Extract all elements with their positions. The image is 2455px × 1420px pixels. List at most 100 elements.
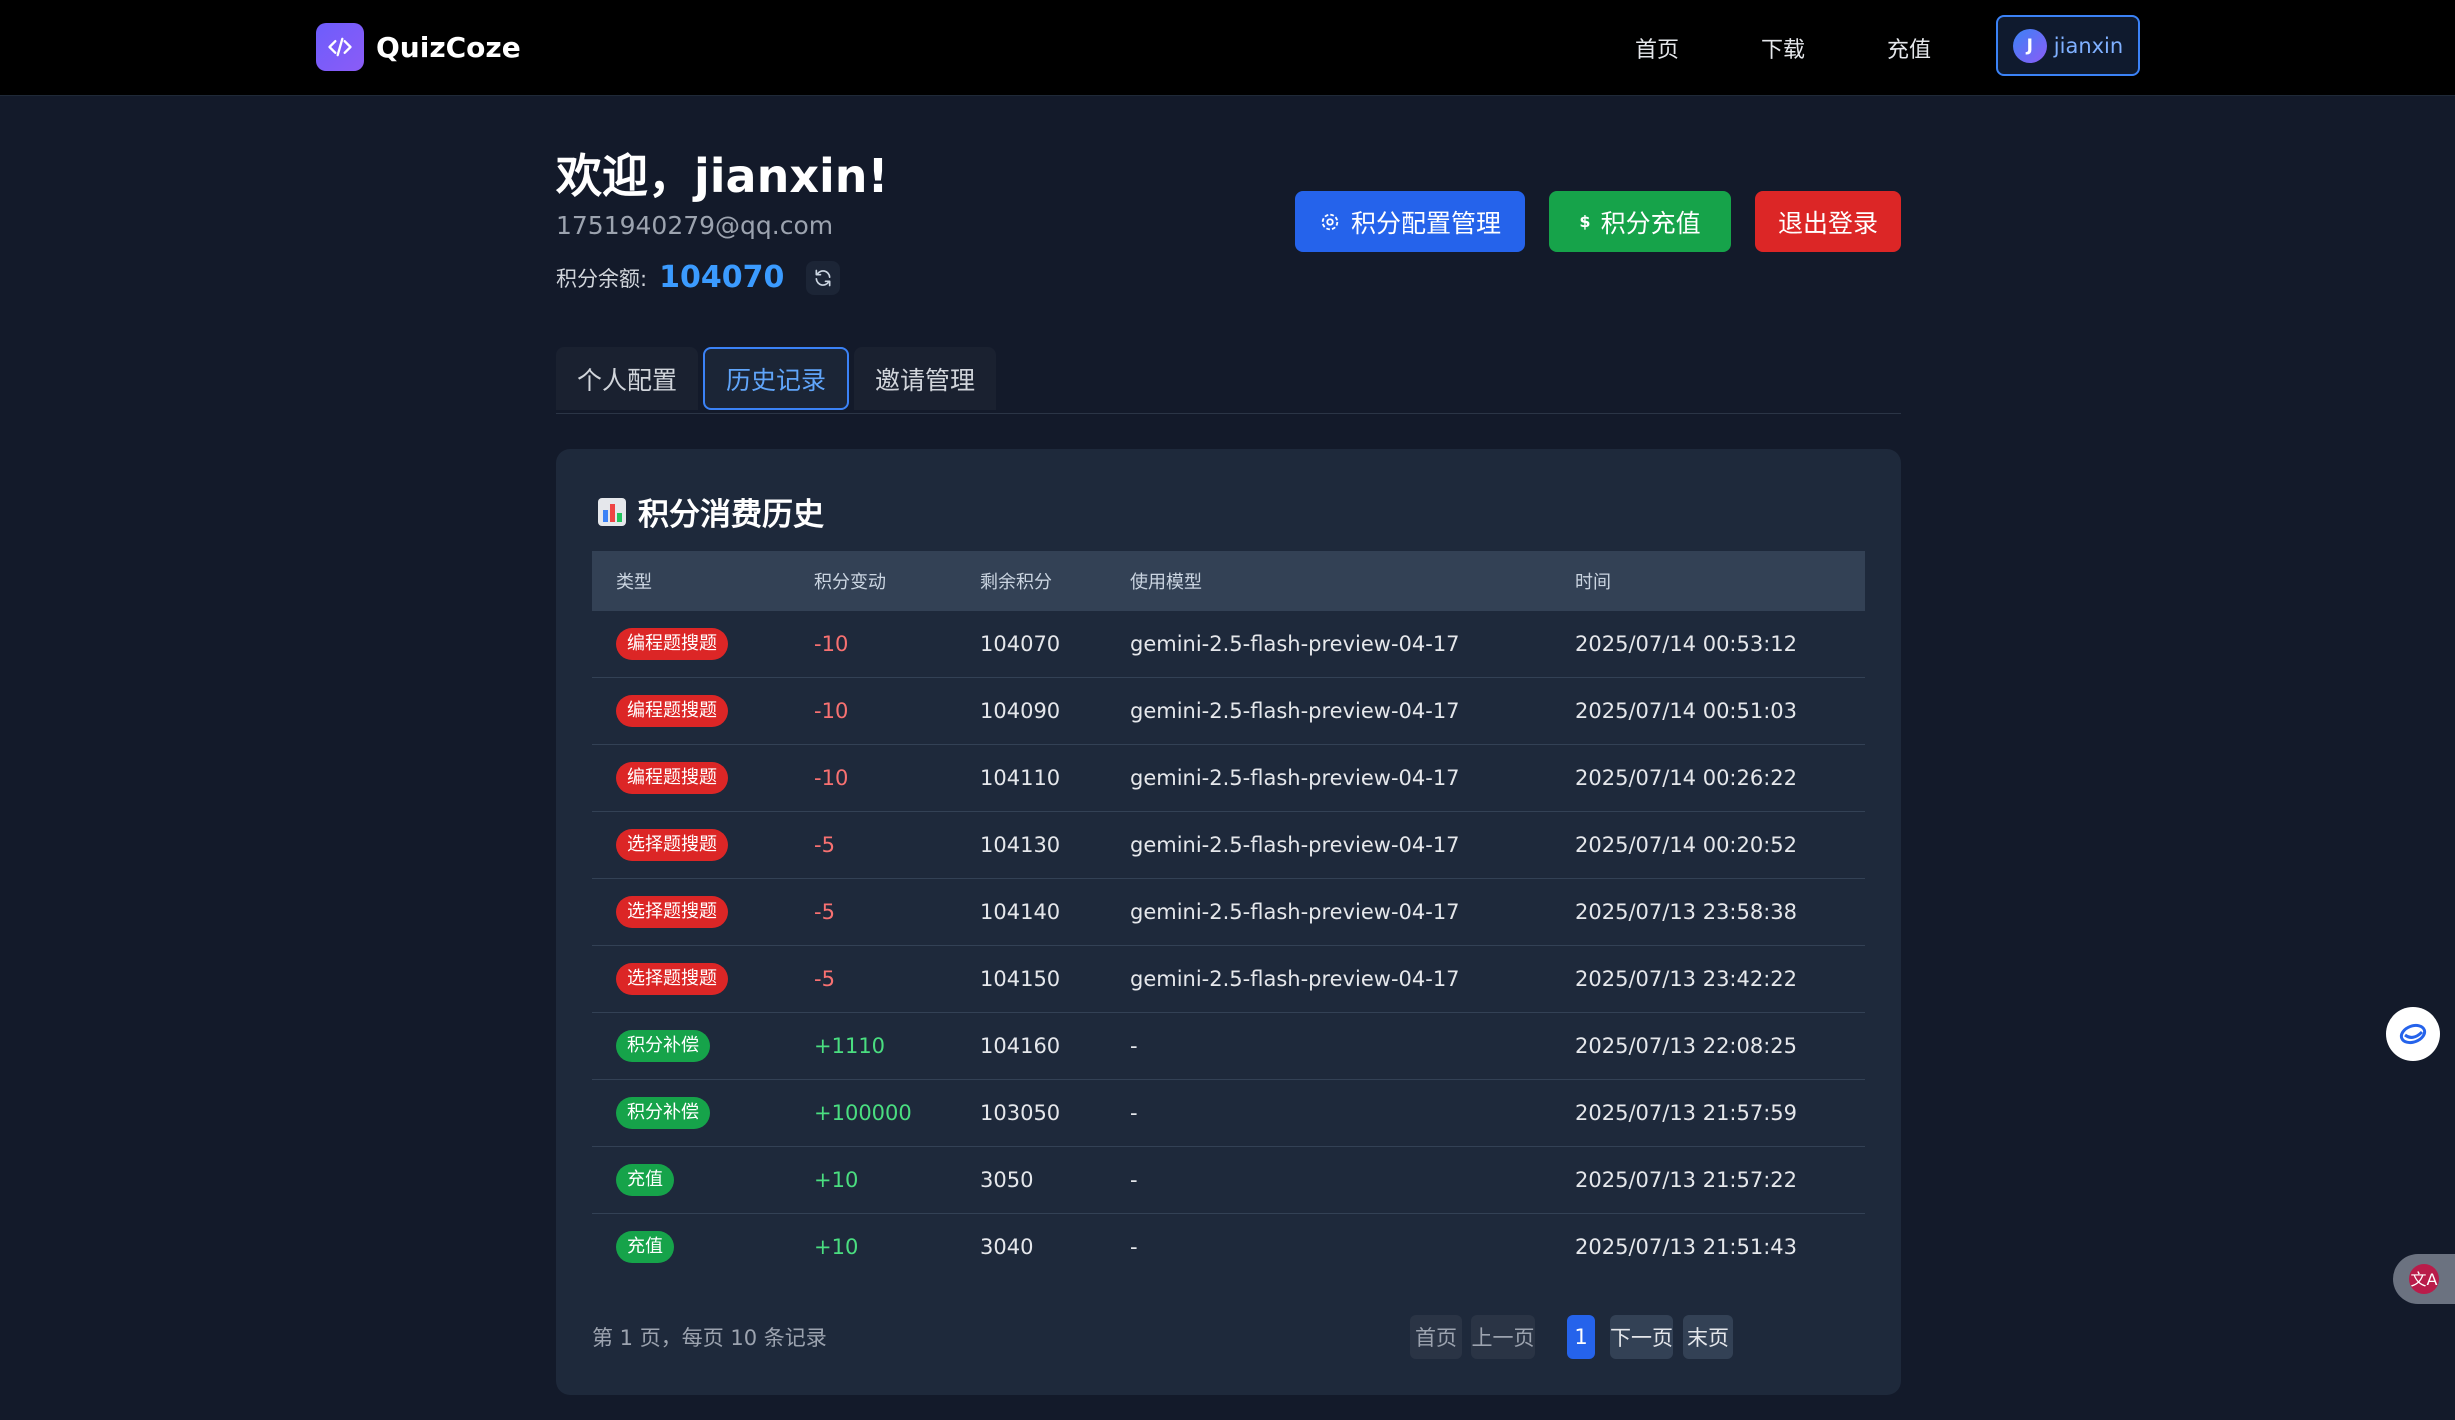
table-row: 充值 +10 3050 - 2025/07/13 21:57:22 (592, 1147, 1865, 1214)
logout-button[interactable]: 退出登录 (1755, 191, 1901, 252)
time-cell: 2025/07/14 00:51:03 (1575, 699, 1798, 723)
bar-chart-icon (596, 496, 628, 528)
change-cell: +10 (814, 1235, 859, 1259)
type-cell: 编程题搜题 (616, 628, 728, 660)
dollar-icon: $ (1579, 212, 1591, 231)
change-cell: +100000 (814, 1101, 912, 1125)
change-cell: +10 (814, 1168, 859, 1192)
change-cell: -5 (814, 967, 835, 991)
table-row: 编程题搜题 -10 104090 gemini-2.5-flash-preview-0… (592, 678, 1865, 745)
remaining-cell: 104070 (980, 632, 1061, 656)
points-recharge-button[interactable]: $ 积分充值 (1549, 191, 1731, 252)
pagination-next-button[interactable]: 下一页 (1610, 1315, 1673, 1359)
pagination-prev-button[interactable]: 上一页 (1471, 1315, 1535, 1359)
change-cell: -10 (814, 699, 849, 723)
table-row: 编程题搜题 -10 104110 gemini-2.5-flash-preview-0… (592, 745, 1865, 812)
table-row: 编程题搜题 -10 104070 gemini-2.5-flash-preview-0… (592, 611, 1865, 678)
type-cell: 充值 (616, 1164, 674, 1196)
pagination-first-button[interactable]: 首页 (1410, 1315, 1462, 1359)
type-badge: 编程题搜题 (616, 628, 728, 660)
model-cell: gemini-2.5-flash-preview-04-17 (1130, 900, 1460, 924)
refresh-icon (813, 268, 833, 288)
time-cell: 2025/07/13 23:42:22 (1575, 967, 1798, 991)
type-cell: 选择题搜题 (616, 896, 728, 928)
column-header-time: 时间 (1575, 572, 1611, 593)
nav-link-home[interactable]: 首页 (1635, 32, 1679, 64)
type-badge: 积分补偿 (616, 1030, 710, 1062)
tab-history[interactable]: 历史记录 (703, 347, 849, 410)
time-cell: 2025/07/14 00:53:12 (1575, 632, 1798, 656)
balance-value: 104070 (659, 260, 785, 295)
nav-link-download[interactable]: 下载 (1761, 32, 1805, 64)
user-menu-button[interactable]: J jianxin (1996, 15, 2140, 76)
model-cell: - (1130, 1168, 1138, 1192)
balance-row: 积分余额: 104070 (556, 260, 841, 295)
table-header: 类型 积分变动 剩余积分 使用模型 时间 (592, 551, 1865, 611)
remaining-cell: 104140 (980, 900, 1061, 924)
time-cell: 2025/07/14 00:20:52 (1575, 833, 1798, 857)
remaining-cell: 104110 (980, 766, 1061, 790)
nav-link-recharge[interactable]: 充值 (1887, 32, 1931, 64)
type-cell: 编程题搜题 (616, 695, 728, 727)
type-badge: 积分补偿 (616, 1097, 710, 1129)
avatar: J (2012, 28, 2047, 63)
type-badge: 选择题搜题 (616, 829, 728, 861)
tab-bar: 个人配置 历史记录 邀请管理 (556, 347, 1901, 414)
points-config-label: 积分配置管理 (1350, 208, 1501, 238)
user-name: jianxin (2053, 33, 2124, 58)
user-email: 1751940279@qq.com (556, 211, 834, 240)
time-cell: 2025/07/13 22:08:25 (1575, 1034, 1798, 1058)
table-row: 选择题搜题 -5 104150 gemini-2.5-flash-preview-04… (592, 946, 1865, 1013)
type-badge: 编程题搜题 (616, 762, 728, 794)
change-cell: -5 (814, 833, 835, 857)
table-row: 充值 +10 3040 - 2025/07/13 21:51:43 (592, 1214, 1865, 1280)
pagination-last-button[interactable]: 末页 (1683, 1315, 1733, 1359)
column-header-model: 使用模型 (1130, 572, 1202, 593)
history-title: 积分消费历史 (638, 497, 824, 533)
time-cell: 2025/07/13 21:57:59 (1575, 1101, 1798, 1125)
type-badge: 选择题搜题 (616, 896, 728, 928)
model-cell: gemini-2.5-flash-preview-04-17 (1130, 967, 1460, 991)
type-cell: 选择题搜题 (616, 963, 728, 995)
time-cell: 2025/07/13 21:51:43 (1575, 1235, 1798, 1259)
remaining-cell: 103050 (980, 1101, 1061, 1125)
model-cell: gemini-2.5-flash-preview-04-17 (1130, 833, 1460, 857)
table-row: 积分补偿 +1110 104160 - 2025/07/13 22:08:25 (592, 1013, 1865, 1080)
type-badge: 充值 (616, 1231, 674, 1263)
change-cell: -10 (814, 632, 849, 656)
remaining-cell: 3040 (980, 1235, 1034, 1259)
type-badge: 充值 (616, 1164, 674, 1196)
floating-translate-button[interactable]: 文A (2393, 1254, 2455, 1304)
welcome-heading: 欢迎，jianxin! (556, 149, 889, 203)
gear-icon (1319, 211, 1341, 233)
points-config-button[interactable]: 积分配置管理 (1295, 191, 1525, 252)
type-badge: 选择题搜题 (616, 963, 728, 995)
refresh-balance-button[interactable] (806, 260, 841, 295)
table-row: 积分补偿 +100000 103050 - 2025/07/13 21:57:59 (592, 1080, 1865, 1147)
change-cell: -10 (814, 766, 849, 790)
time-cell: 2025/07/13 23:58:38 (1575, 900, 1798, 924)
pagination-info: 第 1 页，每页 10 条记录 (592, 1326, 827, 1350)
pagination-page-1[interactable]: 1 (1567, 1315, 1595, 1359)
table-row: 选择题搜题 -5 104140 gemini-2.5-flash-preview-04… (592, 879, 1865, 946)
history-card: 积分消费历史 类型 积分变动 剩余积分 使用模型 时间 编程题搜题 -10 1040… (556, 449, 1901, 1395)
remaining-cell: 3050 (980, 1168, 1034, 1192)
svg-text:文A: 文A (2411, 1270, 2438, 1289)
tab-personal-config[interactable]: 个人配置 (556, 347, 698, 410)
translate-icon: 文A (2407, 1262, 2441, 1296)
floating-assistant-button[interactable] (2386, 1007, 2440, 1061)
column-header-remaining: 剩余积分 (980, 572, 1052, 593)
tab-invite-management[interactable]: 邀请管理 (854, 347, 996, 410)
type-cell: 积分补偿 (616, 1097, 710, 1129)
type-cell: 编程题搜题 (616, 762, 728, 794)
time-cell: 2025/07/14 00:26:22 (1575, 766, 1798, 790)
time-cell: 2025/07/13 21:57:22 (1575, 1168, 1798, 1192)
points-recharge-label: 积分充值 (1600, 208, 1701, 238)
history-table: 类型 积分变动 剩余积分 使用模型 时间 编程题搜题 -10 104070 gemin… (592, 551, 1865, 1280)
model-cell: - (1130, 1235, 1138, 1259)
table-row: 选择题搜题 -5 104130 gemini-2.5-flash-preview-04… (592, 812, 1865, 879)
balance-label: 积分余额: (556, 266, 648, 291)
model-cell: - (1130, 1101, 1138, 1125)
remaining-cell: 104090 (980, 699, 1061, 723)
type-cell: 积分补偿 (616, 1030, 710, 1062)
